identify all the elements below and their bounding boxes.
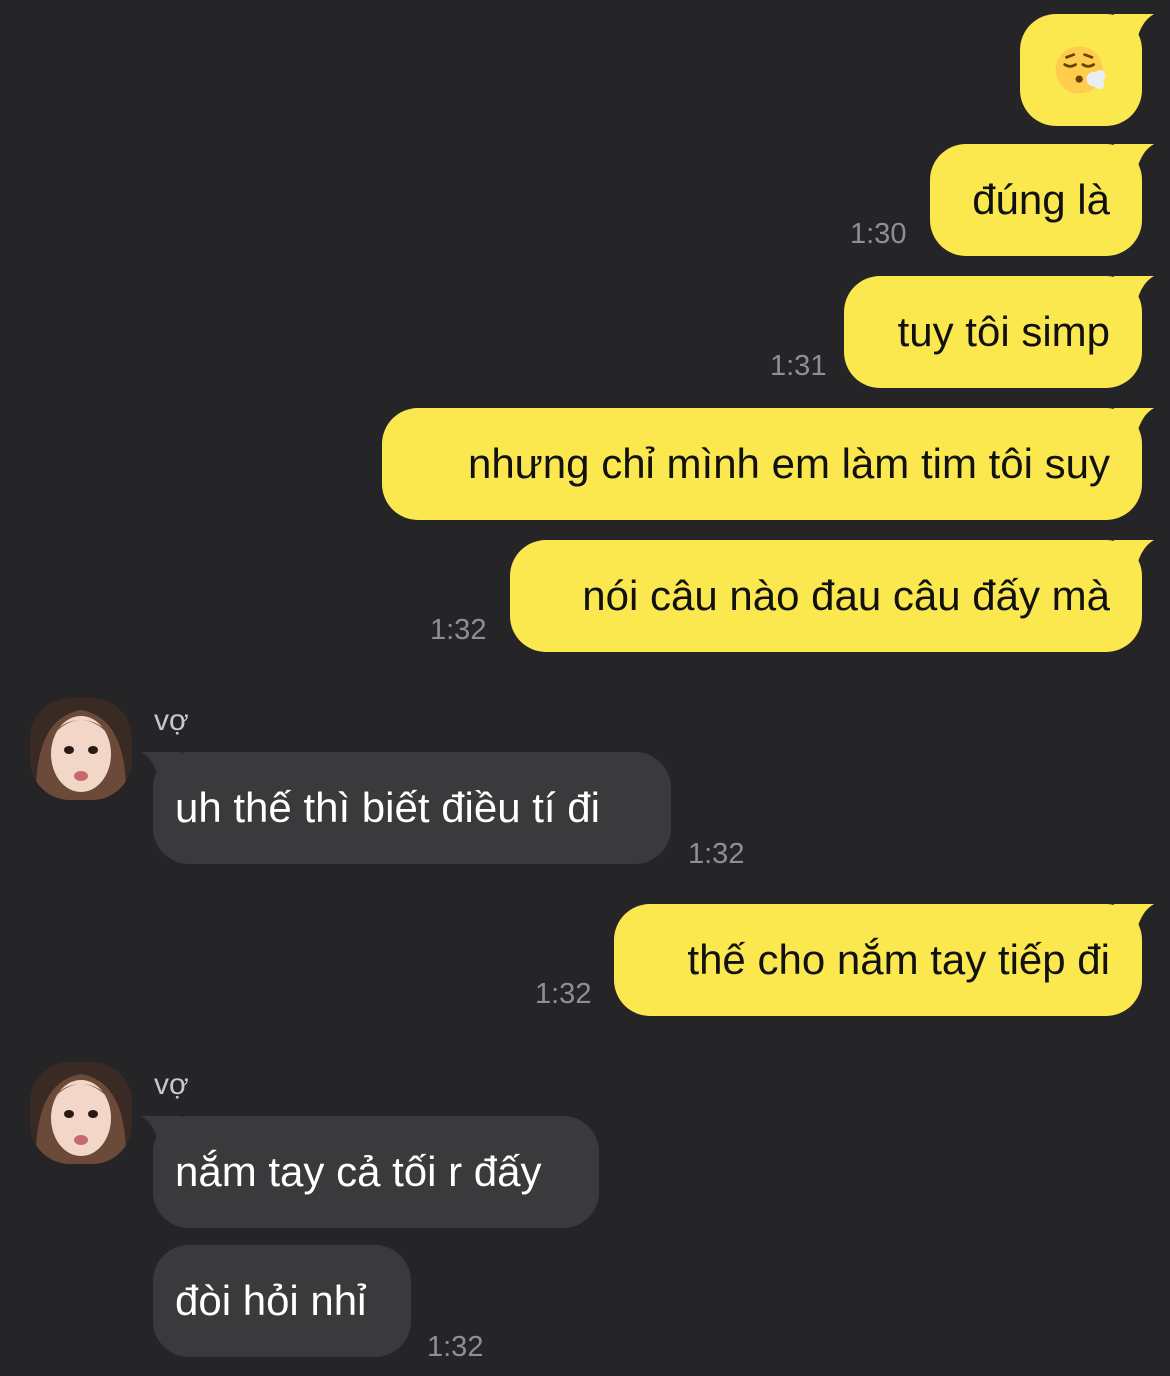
message-text: thế cho nắm tay tiếp đi <box>687 936 1110 983</box>
bubble-tail <box>141 1116 181 1146</box>
bubble-tail <box>1114 276 1154 306</box>
sender-name: vợ <box>154 1068 189 1101</box>
bubble-tail <box>1114 904 1154 934</box>
sleepy-face-emoji-icon <box>1055 46 1106 94</box>
message-timestamp: 1:32 <box>535 978 592 1010</box>
message-timestamp: 1:31 <box>770 350 827 382</box>
avatar[interactable] <box>30 1062 132 1164</box>
message-bubble[interactable]: nắm tay cả tối r đấy <box>141 1116 599 1228</box>
message-bubble[interactable]: nói câu nào đau câu đấy mà <box>510 540 1154 652</box>
avatar[interactable] <box>30 698 132 800</box>
message-text: uh thế thì biết điều tí đi <box>175 784 600 831</box>
message-timestamp: 1:32 <box>427 1331 484 1363</box>
message-bubble[interactable]: đòi hỏi nhỉ <box>153 1245 411 1357</box>
message-timestamp: 1:32 <box>430 614 487 646</box>
bubble-tail <box>1114 144 1154 174</box>
message-text: đúng là <box>972 176 1110 223</box>
message-text: nhưng chỉ mình em làm tim tôi suy <box>467 440 1110 487</box>
bubble-tail <box>141 752 181 782</box>
message-text: nói câu nào đau câu đấy mà <box>582 572 1110 619</box>
message-bubble[interactable]: thế cho nắm tay tiếp đi <box>614 904 1154 1016</box>
bubble-tail <box>1114 540 1154 570</box>
sender-name: vợ <box>154 704 189 737</box>
message-text: nắm tay cả tối r đấy <box>175 1148 542 1195</box>
avatar-photo-icon <box>30 1062 132 1164</box>
bubble-tail <box>1114 14 1154 44</box>
message-text: đòi hỏi nhỉ <box>175 1277 367 1324</box>
message-timestamp: 1:32 <box>688 838 745 870</box>
avatar-photo-icon <box>30 698 132 800</box>
message-bubble[interactable]: nhưng chỉ mình em làm tim tôi suy <box>382 408 1154 520</box>
message-bubble[interactable]: uh thế thì biết điều tí đi <box>141 752 671 864</box>
message-bubble[interactable]: tuy tôi simp <box>844 276 1154 388</box>
message-timestamp: 1:30 <box>850 218 907 250</box>
message-bubble-emoji[interactable] <box>1020 14 1154 126</box>
message-text: tuy tôi simp <box>897 308 1110 355</box>
message-bubble[interactable]: đúng là <box>930 144 1154 256</box>
bubble-tail <box>1114 408 1154 438</box>
